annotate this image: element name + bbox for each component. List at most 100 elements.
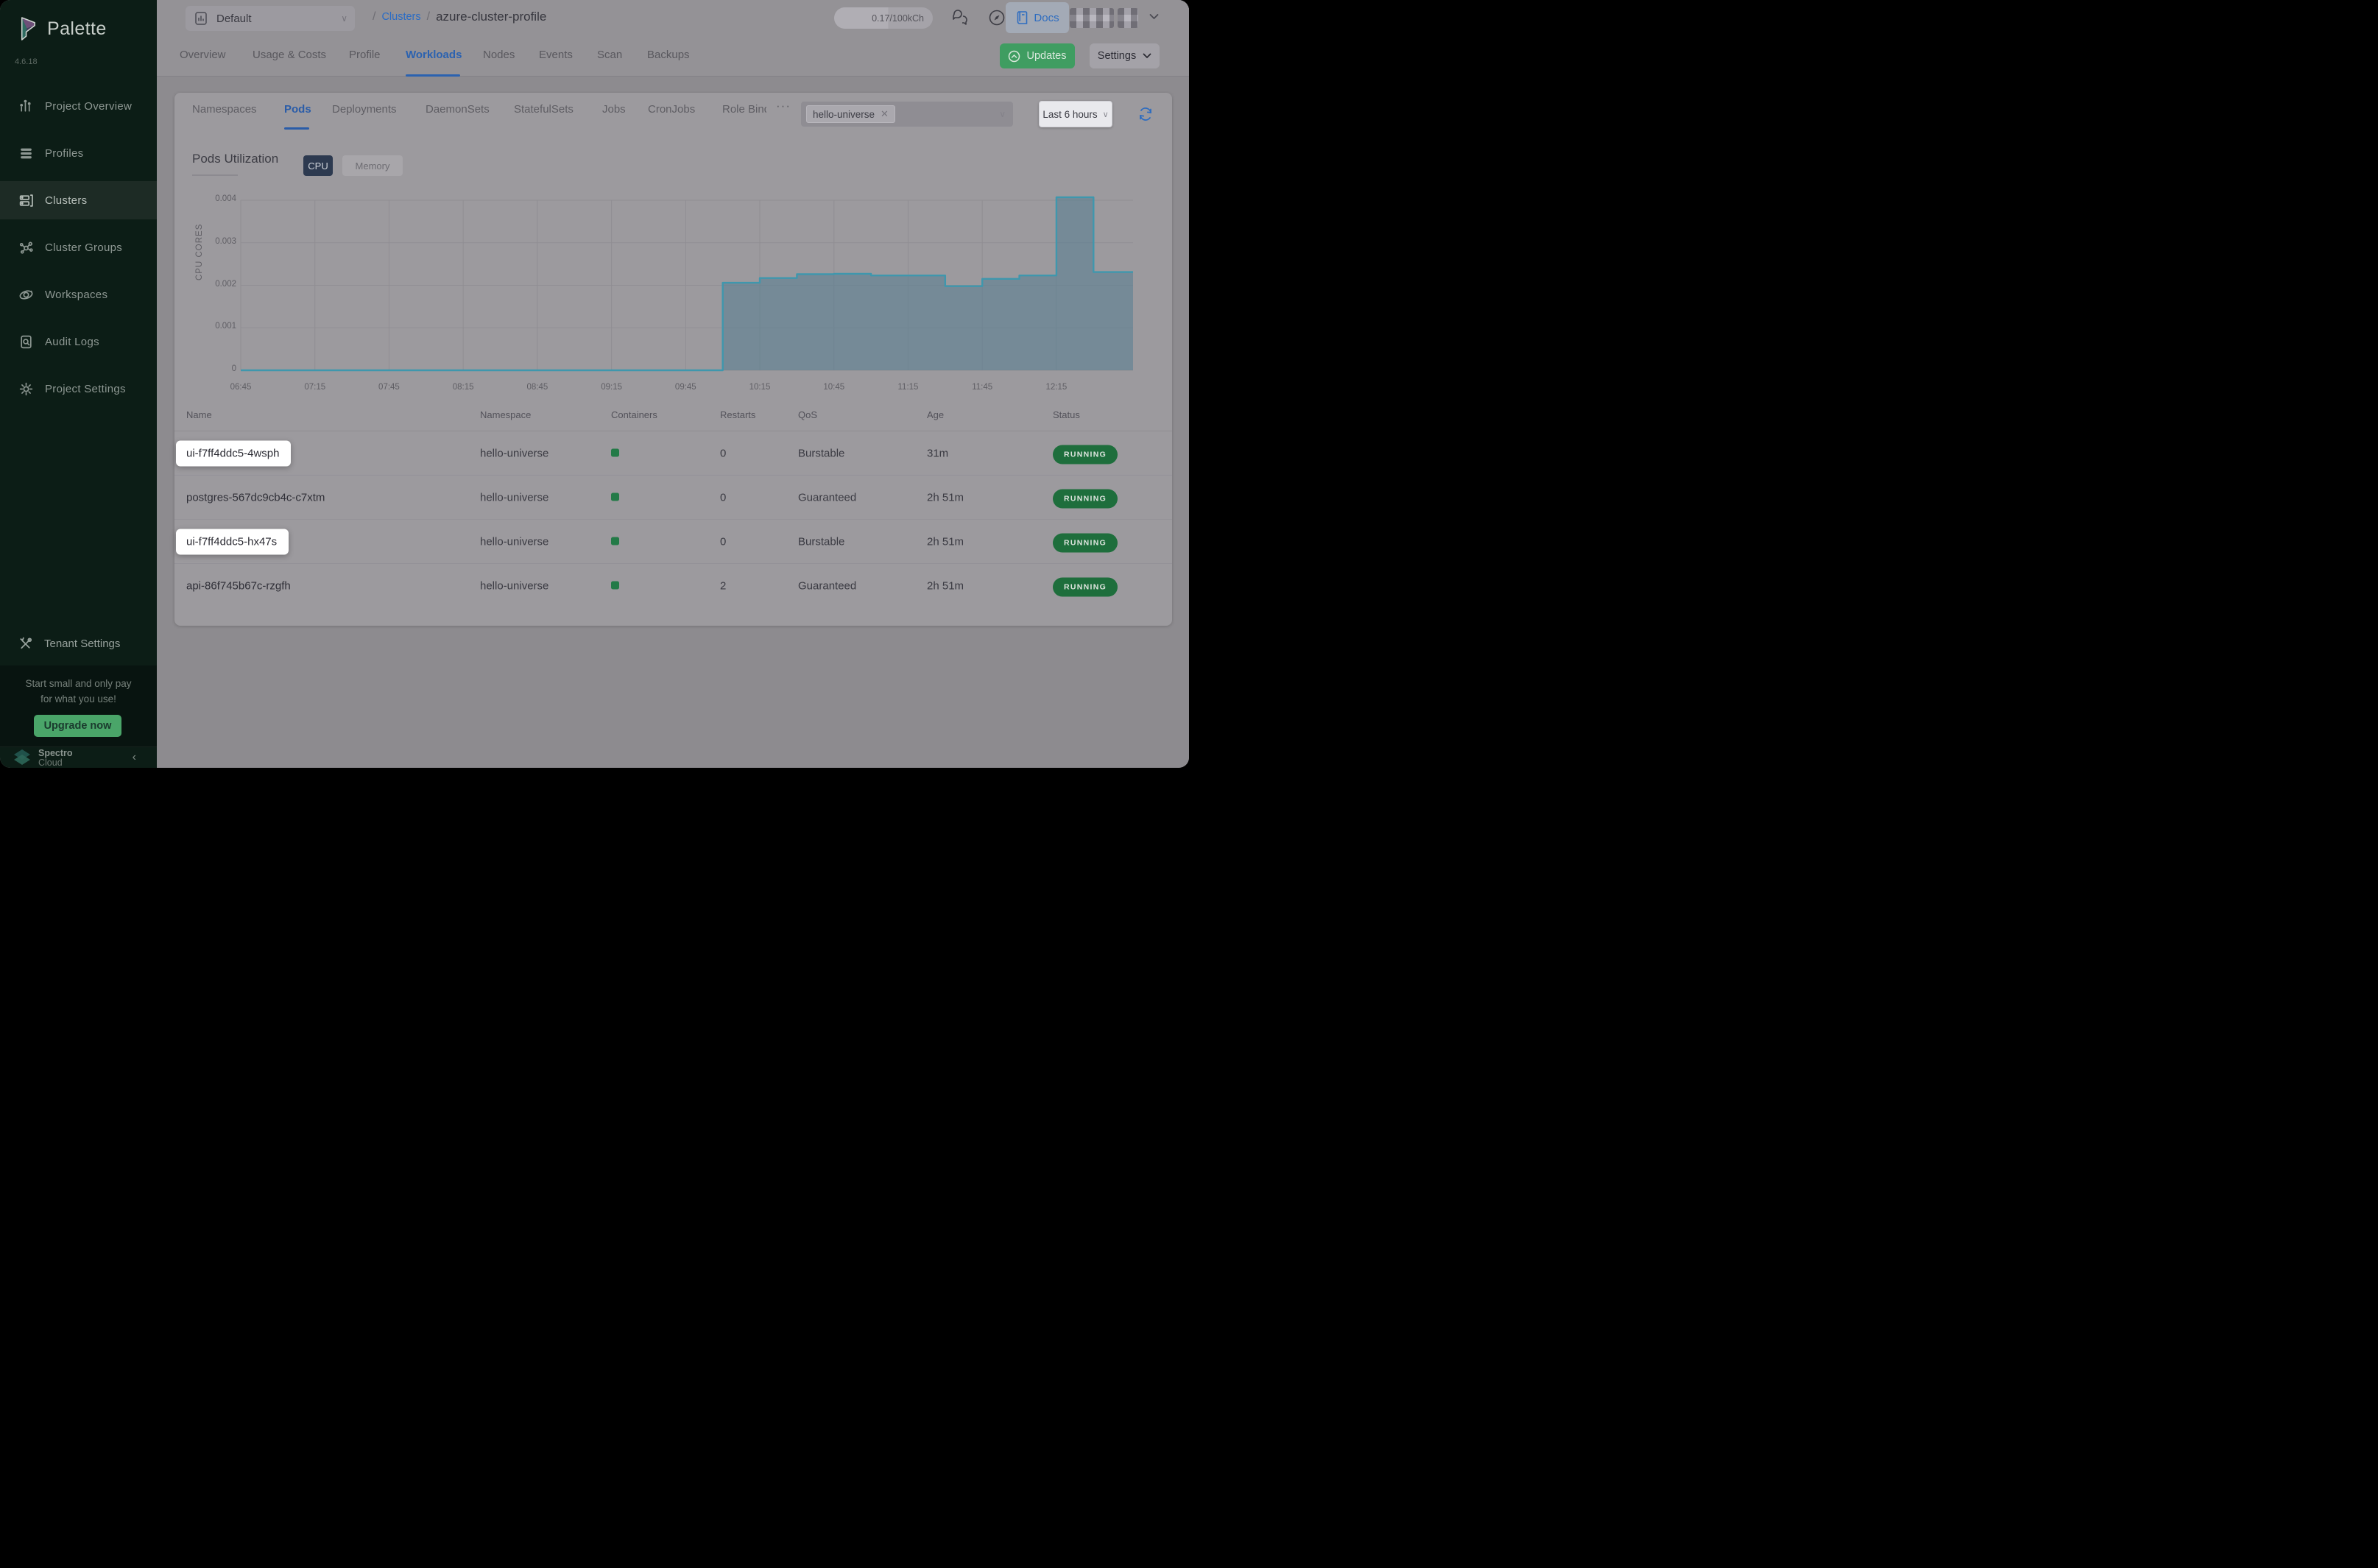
x-axis-tick-label: 12:15 [1034, 383, 1079, 392]
orbit-icon [18, 286, 34, 303]
pod-qos: Burstable [798, 447, 844, 459]
status-cell: RUNNING [1053, 535, 1118, 548]
app-version: 4.6.18 [15, 57, 38, 66]
sidebar-item-label: Workspaces [45, 289, 107, 301]
settings-button[interactable]: Settings [1090, 43, 1160, 68]
tools-icon [18, 636, 33, 651]
brand-logo[interactable]: Palette [15, 15, 107, 43]
project-icon [193, 10, 209, 27]
table-row[interactable]: ui-f7ff4ddc5-hx47shello-universe0Burstab… [174, 520, 1172, 564]
subtab-cronjobs[interactable]: CronJobs [648, 103, 695, 116]
subtab-statefulsets[interactable]: StatefulSets [514, 103, 574, 116]
container-ok-indicator [611, 448, 619, 456]
sidebar-item-project-overview[interactable]: Project Overview [0, 87, 157, 125]
sidebar-item-tenant-settings[interactable]: Tenant Settings [0, 624, 157, 663]
chat-icon[interactable] [950, 8, 970, 27]
sidebar-item-label: Project Settings [45, 383, 126, 395]
y-axis-tick-label: 0.004 [185, 194, 236, 203]
subtab-namespaces[interactable]: Namespaces [192, 103, 257, 116]
column-header-name: Name [186, 409, 212, 420]
x-axis-tick-label: 08:15 [441, 383, 485, 392]
main-content: Default ∨ / Clusters / azure-cluster-pro… [157, 0, 1189, 768]
upgrade-now-button[interactable]: Upgrade now [34, 715, 121, 737]
subtab-deployments[interactable]: Deployments [332, 103, 397, 116]
subtab-jobs[interactable]: Jobs [602, 103, 626, 116]
containers-status [611, 447, 619, 459]
pod-qos: Guaranteed [798, 491, 856, 504]
x-axis-tick-label: 07:45 [367, 383, 411, 392]
y-axis-tick-label: 0.001 [185, 322, 236, 331]
updates-label: Updates [1026, 50, 1066, 62]
table-row[interactable]: ui-f7ff4ddc5-4wsphhello-universe0Burstab… [174, 431, 1172, 476]
title-underline [192, 174, 238, 176]
project-selector-dropdown[interactable]: Default ∨ [186, 6, 355, 31]
x-axis-tick-label: 11:15 [886, 383, 930, 392]
subtab-role-bind[interactable]: Role Bind [722, 103, 766, 116]
column-header-age: Age [927, 409, 944, 420]
pod-namespace: hello-universe [480, 580, 548, 593]
containers-status [611, 491, 619, 504]
doc-search-icon [18, 333, 34, 350]
brand-name: Palette [47, 18, 107, 40]
subtab-daemonsets[interactable]: DaemonSets [426, 103, 490, 116]
cpu-toggle-button[interactable]: CPU [303, 155, 333, 176]
tab-events[interactable]: Events [539, 49, 573, 61]
sidebar-collapse-chevron-icon[interactable]: ‹ [133, 751, 136, 764]
column-header-restarts: Restarts [720, 409, 755, 420]
tab-profile[interactable]: Profile [349, 49, 381, 61]
pod-namespace: hello-universe [480, 535, 548, 548]
y-axis-tick-label: 0 [185, 364, 236, 373]
refresh-icon[interactable] [1137, 105, 1154, 123]
breadcrumb-clusters-link[interactable]: Clusters [381, 11, 420, 23]
docs-button[interactable]: Docs [1006, 2, 1069, 33]
more-subtabs-ellipsis[interactable]: ··· [776, 99, 791, 113]
sidebar-item-clusters[interactable]: Clusters [0, 181, 157, 219]
molecule-icon [18, 239, 34, 255]
chevron-down-icon: ∨ [341, 13, 347, 24]
breadcrumb-separator: / [373, 10, 375, 24]
tab-usage-costs[interactable]: Usage & Costs [253, 49, 326, 61]
table-row[interactable]: api-86f745b67c-rzgfhhello-universe2Guara… [174, 564, 1172, 608]
chevron-down-icon: ∨ [1103, 110, 1109, 119]
x-axis-tick-label: 07:15 [293, 383, 337, 392]
tab-overview[interactable]: Overview [180, 49, 226, 61]
namespace-filter-select[interactable]: hello-universe ✕ ∨ [801, 102, 1013, 127]
pod-restarts: 0 [720, 535, 726, 548]
namespace-filter-chip: hello-universe ✕ [806, 105, 895, 123]
sidebar-item-label: Clusters [45, 194, 87, 207]
tab-scan[interactable]: Scan [597, 49, 622, 61]
cpu-utilization-chart [241, 200, 1133, 370]
sidebar-item-workspaces[interactable]: Workspaces [0, 275, 157, 314]
status-badge: RUNNING [1053, 489, 1118, 508]
subtab-pods[interactable]: Pods [284, 103, 311, 116]
sidebar-item-label: Profiles [45, 147, 83, 160]
status-badge: RUNNING [1053, 533, 1118, 552]
status-cell: RUNNING [1053, 447, 1118, 459]
updates-button[interactable]: Updates [1000, 43, 1075, 68]
tab-nodes[interactable]: Nodes [483, 49, 515, 61]
tab-backups[interactable]: Backups [647, 49, 690, 61]
pod-restarts: 0 [720, 491, 726, 504]
sidebar-item-project-settings[interactable]: Project Settings [0, 370, 157, 408]
bar-chart-icon [18, 98, 34, 114]
x-axis-tick-label: 10:15 [738, 383, 782, 392]
sidebar-item-audit-logs[interactable]: Audit Logs [0, 322, 157, 361]
compass-icon[interactable] [987, 8, 1006, 27]
pod-restarts: 2 [720, 580, 726, 593]
remove-filter-icon[interactable]: ✕ [881, 108, 889, 120]
updates-circle-up-icon [1008, 50, 1020, 63]
tab-workloads[interactable]: Workloads [406, 49, 462, 61]
user-menu-chevron-icon[interactable] [1149, 13, 1159, 20]
spectro-label: Spectro [38, 748, 73, 758]
containers-status [611, 580, 619, 593]
memory-toggle-button[interactable]: Memory [342, 155, 403, 176]
table-row[interactable]: postgres-567dc9cb4c-c7xtmhello-universe0… [174, 476, 1172, 520]
time-range-dropdown[interactable]: Last 6 hours ∨ [1039, 101, 1112, 127]
sidebar-item-profiles[interactable]: Profiles [0, 134, 157, 172]
sidebar-item-cluster-groups[interactable]: Cluster Groups [0, 228, 157, 266]
status-badge: RUNNING [1053, 578, 1118, 597]
x-axis-tick-label: 09:45 [663, 383, 708, 392]
palette-app-window: Palette 4.6.18 Project Overview Profiles C… [0, 0, 1189, 768]
pod-name-spotlight: ui-f7ff4ddc5-hx47s [176, 529, 289, 554]
spectro-cloud-logo-icon [12, 749, 32, 766]
